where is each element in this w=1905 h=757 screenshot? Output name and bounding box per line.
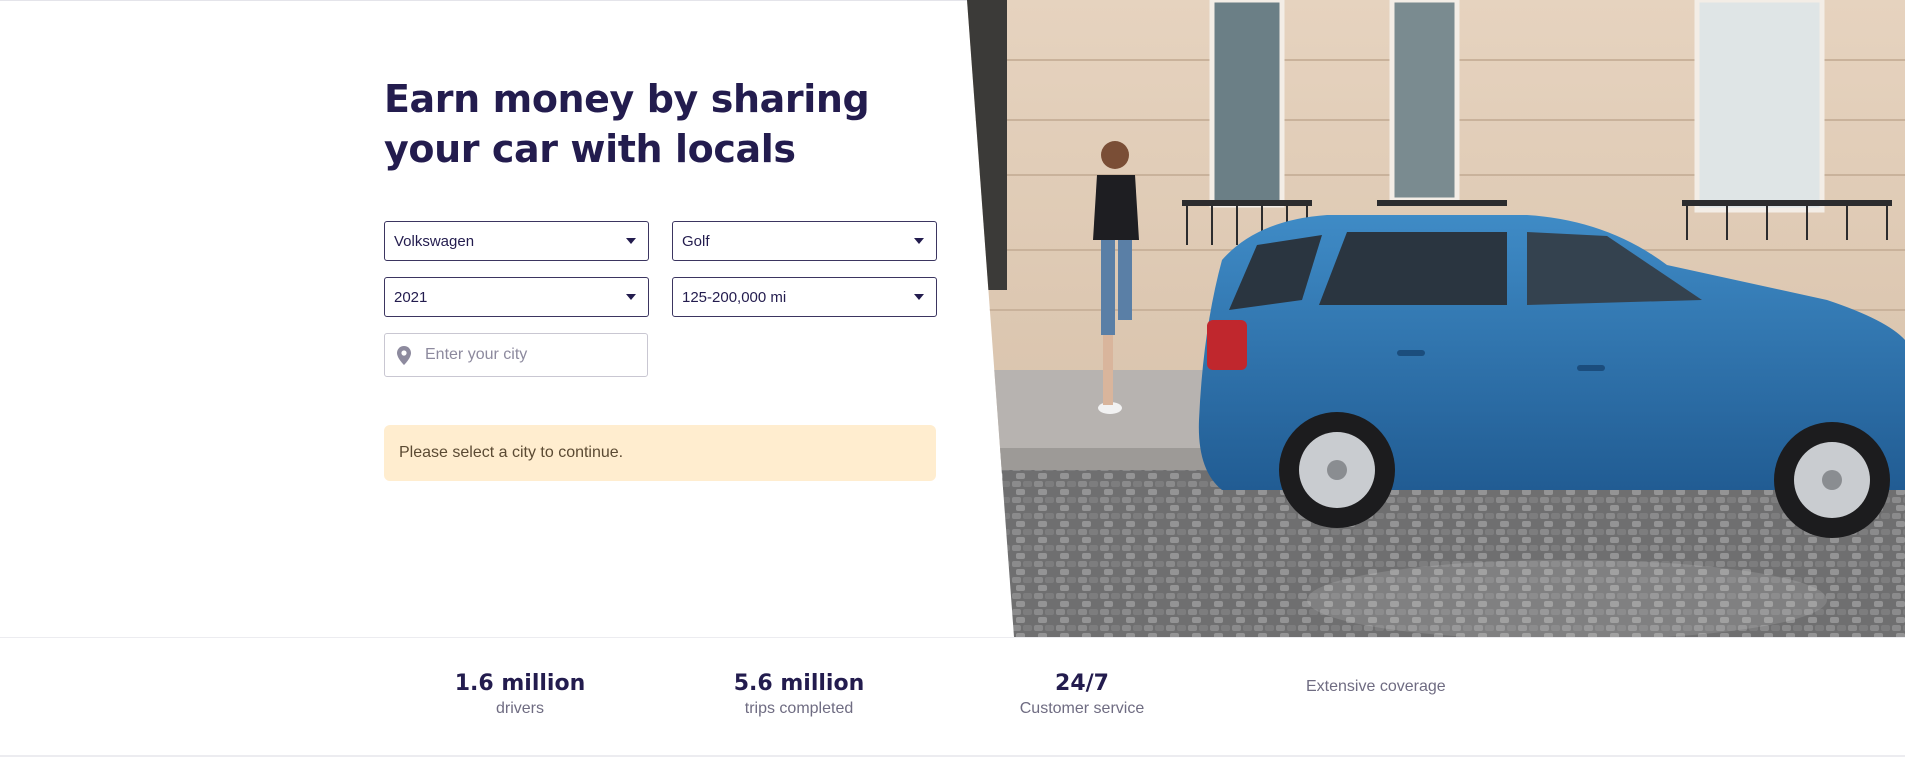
chevron-down-icon <box>626 238 636 244</box>
chevron-down-icon <box>914 294 924 300</box>
mileage-select-value: 125-200,000 mi <box>682 288 787 306</box>
city-field[interactable] <box>384 333 648 377</box>
stat-trips-value: 5.6 million <box>733 671 865 696</box>
map-pin-icon <box>397 345 411 365</box>
alert-text: Please select a city to continue. <box>399 444 624 461</box>
page-title: Earn money by sharing your car with loca… <box>384 77 870 171</box>
hero-section: Earn money by sharing your car with loca… <box>0 0 1905 637</box>
stat-coverage-label: Extensive coverage <box>1306 678 1446 695</box>
make-select-value: Volkswagen <box>394 232 475 250</box>
city-warning-alert: Please select a city to continue. <box>384 425 936 481</box>
stat-service-label: Customer service <box>1019 700 1145 717</box>
vehicle-row-2: 2021 125-200,000 mi <box>384 277 937 317</box>
city-input[interactable] <box>425 346 625 364</box>
vehicle-row-1: Volkswagen Golf <box>384 221 937 261</box>
chevron-down-icon <box>914 238 924 244</box>
model-select-value: Golf <box>682 232 710 250</box>
car-photo-illustration <box>967 0 1905 637</box>
hero-form: Earn money by sharing your car with loca… <box>384 74 944 481</box>
stat-service: 24/7 Customer service <box>1010 670 1154 718</box>
chevron-down-icon <box>626 294 636 300</box>
stats-bar: 1.6 million drivers 5.6 million trips co… <box>0 637 1905 757</box>
year-select[interactable]: 2021 <box>384 277 649 317</box>
stat-drivers: 1.6 million drivers <box>452 670 588 718</box>
stat-trips: 5.6 million trips completed <box>730 670 868 718</box>
year-select-value: 2021 <box>394 288 428 306</box>
model-select[interactable]: Golf <box>672 221 937 261</box>
stat-drivers-label: drivers <box>495 700 544 717</box>
hero-photo <box>967 0 1905 637</box>
stat-trips-label: trips completed <box>744 700 854 717</box>
mileage-select[interactable]: 125-200,000 mi <box>672 277 937 317</box>
make-select[interactable]: Volkswagen <box>384 221 649 261</box>
stat-drivers-value: 1.6 million <box>454 671 586 696</box>
stat-service-value: 24/7 <box>1055 671 1109 696</box>
